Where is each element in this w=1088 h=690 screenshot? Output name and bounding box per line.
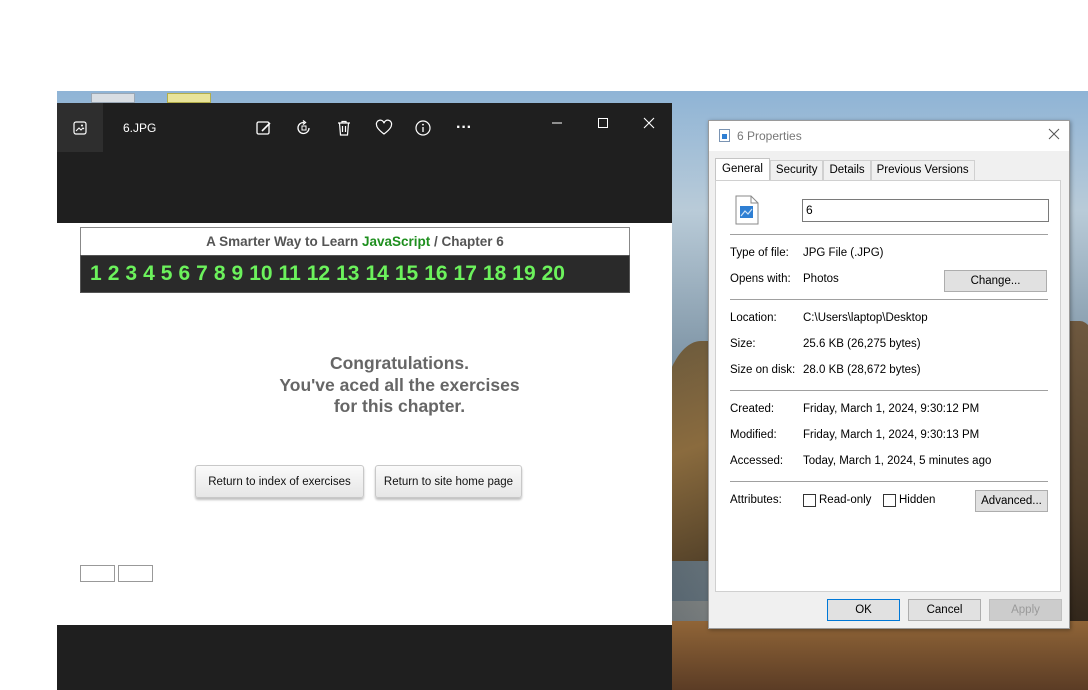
dialog-title: 6 Properties [737,129,802,143]
modified-value: Friday, March 1, 2024, 9:30:13 PM [803,429,980,441]
congrats-line: You've aced all the exercises [279,374,520,395]
location-label: Location: [730,312,777,324]
advanced-button[interactable]: Advanced... [975,490,1048,512]
empty-box [80,565,115,582]
course-title-chapter: / Chapter 6 [434,234,504,249]
congrats-line: for this chapter. [333,396,466,416]
chapter-number-bar: 1 2 3 4 5 6 7 8 9 10 11 12 13 14 15 16 17 18 19 20 [80,255,630,293]
modified-label: Modified: [730,429,777,441]
desktop-thumbnail[interactable] [91,93,135,103]
size-on-disk-value: 28.0 KB (28,672 bytes) [803,364,921,376]
chapter-number-link[interactable]: 18 [483,262,506,286]
chapter-number-link[interactable]: 20 [542,262,565,286]
chapter-number-link[interactable]: 16 [424,262,447,286]
general-tab-panel: 6 Type of file: JPG File (.JPG) Opens wi… [715,180,1061,592]
return-to-index-button[interactable]: Return to index of exercises [195,465,364,498]
tab-details[interactable]: Details [823,160,871,180]
type-label: Type of file: [730,247,789,259]
desktop-thumbnails [91,91,211,103]
close-icon[interactable] [1045,127,1063,145]
congratulations-message: Congratulations. You've aced all the exe… [187,353,612,418]
chapter-number-link[interactable]: 5 [161,262,173,286]
chapter-number-link[interactable]: 17 [454,262,477,286]
congrats-line: Congratulations. [329,353,470,373]
return-to-home-button[interactable]: Return to site home page [375,465,522,498]
close-button[interactable] [634,111,664,135]
chapter-number-link[interactable]: 13 [336,262,359,286]
size-label: Size: [730,338,756,350]
cancel-button[interactable]: Cancel [908,599,981,621]
type-value: JPG File (.JPG) [803,247,884,259]
chapter-number-link[interactable]: 8 [214,262,226,286]
attributes-label: Attributes: [730,494,782,506]
more-icon[interactable]: ··· [452,117,476,139]
empty-box [118,565,153,582]
accessed-label: Accessed: [730,455,784,467]
chapter-number-link[interactable]: 3 [125,262,137,286]
photos-app-icon[interactable] [57,103,103,152]
file-icon [719,129,730,142]
ok-button[interactable]: OK [827,599,900,621]
opens-with-label: Opens with: [730,273,791,285]
chapter-number-link[interactable]: 19 [512,262,535,286]
delete-icon[interactable] [333,117,355,139]
tab-security[interactable]: Security [769,160,824,180]
location-value: C:\Users\laptop\Desktop [803,312,928,324]
photo-filename: 6.JPG [123,121,157,135]
file-name-input[interactable]: 6 [802,199,1049,222]
separator [730,481,1048,482]
separator [730,234,1048,235]
chapter-number-link[interactable]: 6 [178,262,190,286]
chapter-number-link[interactable]: 4 [143,262,155,286]
edit-icon[interactable] [253,117,275,139]
chapter-number-link[interactable]: 2 [108,262,120,286]
chapter-number-link[interactable]: 9 [232,262,244,286]
hidden-checkbox[interactable] [883,494,896,507]
properties-tabs: General Security Details Previous Versio… [715,158,975,180]
course-title-language: JavaScript [361,234,431,249]
chapter-number-link[interactable]: 1 [90,262,102,286]
jpg-file-icon [735,195,759,225]
created-value: Friday, March 1, 2024, 9:30:12 PM [803,403,980,415]
chapter-number-link[interactable]: 11 [279,262,301,286]
hidden-label: Hidden [899,494,936,506]
change-button[interactable]: Change... [944,270,1047,292]
tab-previous-versions[interactable]: Previous Versions [870,160,975,180]
desktop-thumbnail[interactable] [167,93,211,103]
opens-with-value: Photos [803,273,839,285]
chapter-number-link[interactable]: 15 [395,262,418,286]
photos-app-window: 6.JPG ··· A Smarter Way to Learn JavaScr… [57,103,672,690]
maximize-button[interactable] [588,111,618,135]
chapter-number-link[interactable]: 7 [196,262,208,286]
rotate-icon[interactable] [293,117,315,139]
read-only-checkbox[interactable] [803,494,816,507]
apply-button[interactable]: Apply [989,599,1062,621]
minimize-button[interactable] [542,111,572,135]
desktop: 6.JPG ··· A Smarter Way to Learn JavaScr… [0,0,1088,690]
separator [730,390,1048,391]
photo-content: A Smarter Way to Learn JavaScript / Chap… [57,223,672,625]
chapter-number-link[interactable]: 14 [365,262,388,286]
properties-dialog: 6 Properties General Security Details Pr… [708,120,1070,629]
tab-general[interactable]: General [715,158,770,180]
read-only-label: Read-only [819,494,872,506]
photos-titlebar: 6.JPG ··· [57,103,672,152]
chapter-number-link[interactable]: 12 [307,262,330,286]
favorite-icon[interactable] [373,117,395,139]
separator [730,299,1048,300]
size-on-disk-label: Size on disk: [730,364,796,376]
info-icon[interactable] [412,117,434,139]
course-header: A Smarter Way to Learn JavaScript / Chap… [80,227,630,256]
course-title-prefix: A Smarter Way to Learn [206,234,359,249]
accessed-value: Today, March 1, 2024, 5 minutes ago [803,455,992,467]
size-value: 25.6 KB (26,275 bytes) [803,338,921,350]
chapter-number-link[interactable]: 10 [249,262,272,286]
properties-titlebar: 6 Properties [709,121,1069,151]
created-label: Created: [730,403,775,415]
